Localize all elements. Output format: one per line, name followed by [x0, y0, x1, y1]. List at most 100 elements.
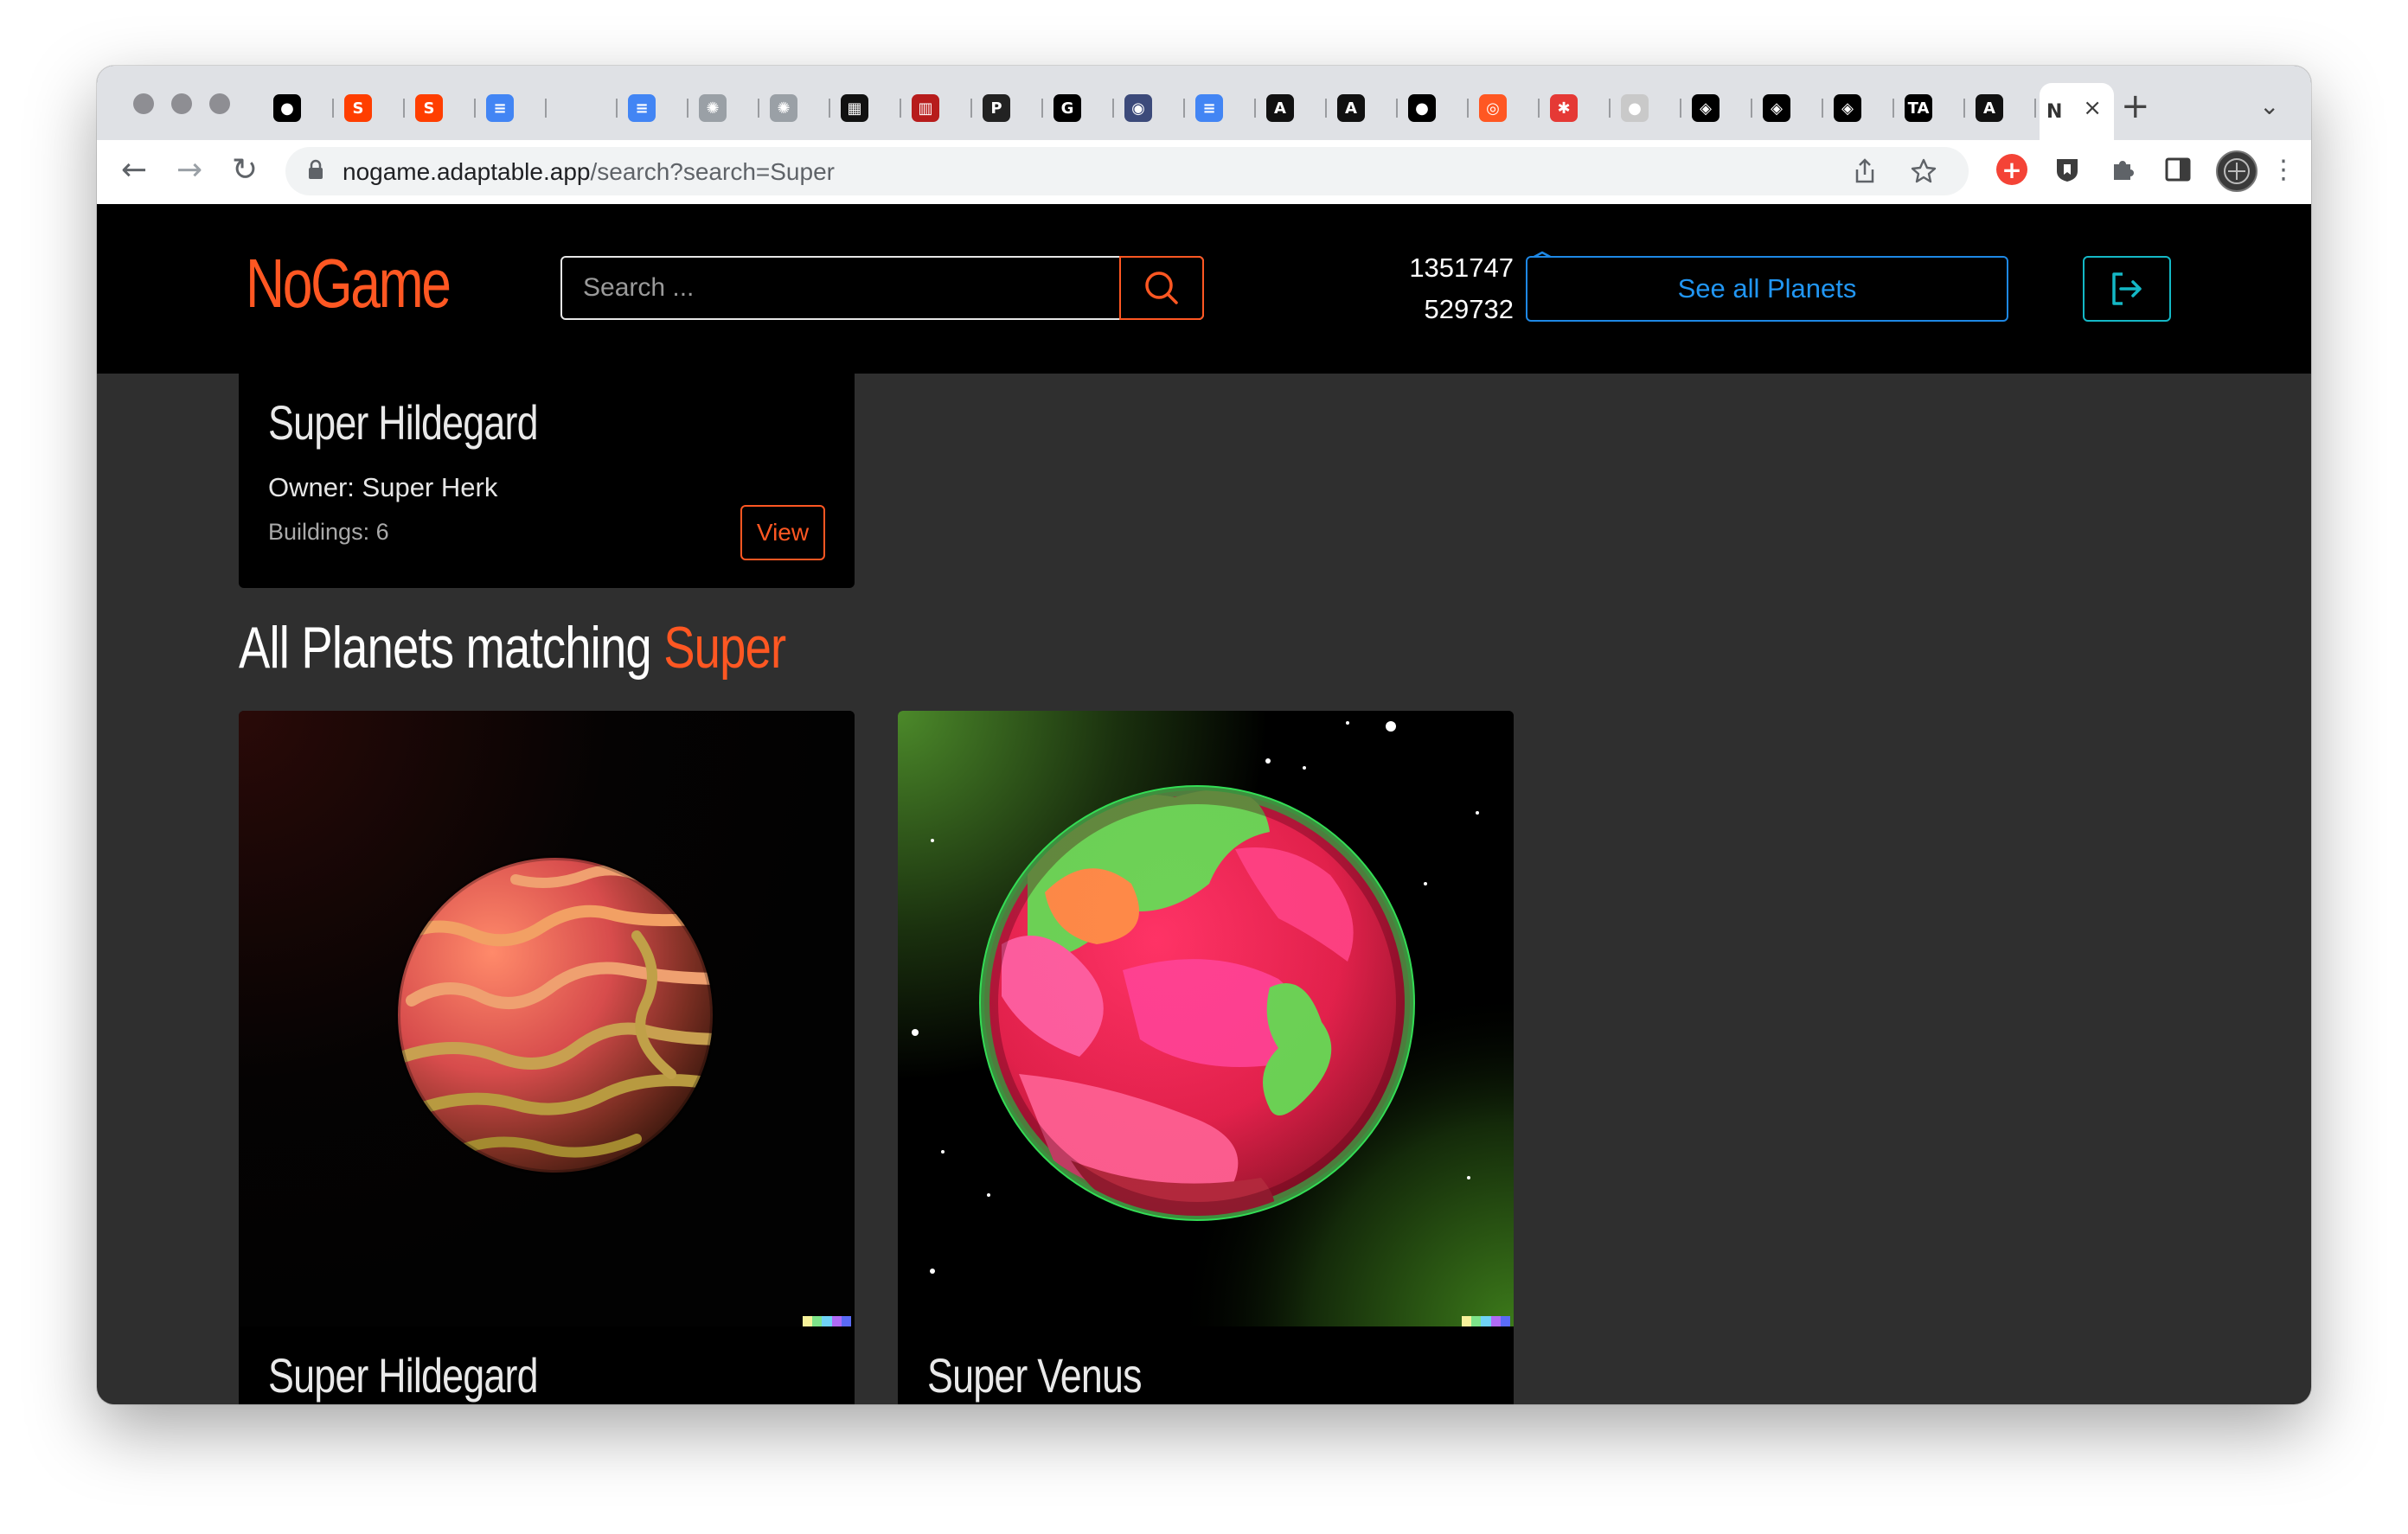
tab-separator [1396, 99, 1398, 118]
medium-icon: ● [273, 94, 301, 122]
a-icon: A [1337, 94, 1365, 122]
planet-card[interactable]: Super Hildegard [239, 711, 855, 1404]
bookmark-star-icon[interactable] [1910, 157, 1937, 192]
palette-strip [803, 1316, 852, 1326]
a-icon: A [1266, 94, 1294, 122]
browser-tab[interactable]: ◈ [1827, 83, 1898, 133]
browser-tab[interactable]: ≡ [1188, 83, 1259, 133]
ta-icon: TA [1905, 94, 1932, 122]
planet-name: Super Venus [927, 1348, 1143, 1403]
browser-tab[interactable]: ● [1401, 83, 1472, 133]
browser-tab[interactable]: P [976, 83, 1047, 133]
search-input[interactable] [562, 258, 1121, 318]
close-window-button[interactable] [133, 93, 154, 114]
planet-card[interactable]: Super Venus [898, 711, 1514, 1404]
codepen-icon: ◈ [1834, 94, 1861, 122]
blank-tab-icon [557, 94, 585, 122]
browser-tab[interactable]: ◈ [1685, 83, 1756, 133]
puzzle-extensions-icon[interactable] [2107, 154, 2138, 185]
app-header: NoGame 1351747 529732 See all Planets [97, 204, 2311, 374]
logout-icon [2112, 272, 2142, 305]
nogame-icon: N [2046, 100, 2063, 123]
close-tab-icon[interactable]: × [2083, 95, 2102, 121]
browser-tab[interactable]: G [1047, 83, 1118, 133]
browser-window: ● S S ≡ ≡ ✺ ✺ ▦ ▥ P G ◉ ≡ A A ● ◎ ✱ ● ◈ ◈ ◈ TA A N × + ⌄ ← → ↻ no… [97, 66, 2311, 1404]
tab-separator [829, 99, 830, 118]
active-browser-tab[interactable]: N × [2040, 83, 2114, 140]
tab-separator [1041, 99, 1043, 118]
tab-separator [1254, 99, 1256, 118]
browser-tab[interactable]: TA [1898, 83, 1969, 133]
browser-tab[interactable]: ✱ [1543, 83, 1614, 133]
tab-separator [1609, 99, 1611, 118]
url-path: /search?search=Super [590, 158, 835, 185]
logout-button[interactable] [2083, 256, 2171, 322]
browser-tab[interactable]: ✺ [692, 83, 763, 133]
zoom-window-button[interactable] [209, 93, 230, 114]
tab-separator [687, 99, 688, 118]
browser-tab[interactable]: A [1969, 83, 2040, 133]
forward-button[interactable]: → [176, 152, 202, 188]
codepen-icon: ◈ [1692, 94, 1720, 122]
browser-tab[interactable]: ◈ [1756, 83, 1827, 133]
browser-tab[interactable]: ✺ [763, 83, 834, 133]
tab-separator [1112, 99, 1114, 118]
minimize-window-button[interactable] [171, 93, 192, 114]
google-docs-icon: ≡ [486, 94, 514, 122]
tab-separator [1538, 99, 1540, 118]
new-tab-button[interactable]: + [2121, 86, 2150, 126]
browser-tab[interactable]: S [408, 83, 479, 133]
profile-avatar[interactable] [2216, 150, 2258, 192]
window-controls [133, 93, 230, 114]
google-docs-icon: ≡ [628, 94, 656, 122]
tab-search-button[interactable]: ⌄ [2259, 92, 2279, 120]
svelte-icon: S [415, 94, 443, 122]
tab-strip: ● S S ≡ ≡ ✺ ✺ ▦ ▥ P G ◉ ≡ A A ● ◎ ✱ ● ◈ ◈ ◈ TA A N × + ⌄ [97, 66, 2311, 140]
app-logo[interactable]: NoGame [246, 244, 452, 323]
url-text[interactable]: nogame.adaptable.app/search?search=Super [343, 158, 835, 186]
lock-icon[interactable] [308, 159, 323, 186]
p-icon: P [983, 94, 1010, 122]
search-icon [1145, 272, 1178, 304]
planet-name: Super Hildegard [268, 395, 539, 450]
tab-separator [1892, 99, 1894, 118]
resource-2-value: 529732 [1424, 294, 1514, 324]
browser-tab[interactable]: ◉ [1118, 83, 1188, 133]
reload-button[interactable]: ↻ [232, 152, 258, 188]
browser-toolbar: ← → ↻ nogame.adaptable.app/search?search… [97, 140, 2311, 205]
browser-tab[interactable] [550, 83, 621, 133]
section-title: All Planets matching Super [239, 614, 786, 681]
search-button[interactable] [1119, 256, 1204, 320]
back-button[interactable]: ← [121, 152, 147, 188]
browser-tab[interactable]: ≡ [479, 83, 550, 133]
browser-tab[interactable]: ◎ [1472, 83, 1543, 133]
side-panel-icon[interactable] [2162, 154, 2193, 185]
browser-tab[interactable]: A [1259, 83, 1330, 133]
url-host: nogame.adaptable.app [343, 158, 591, 185]
tab-separator [758, 99, 759, 118]
section-title-prefix: All Planets matching [239, 615, 652, 681]
address-bar[interactable]: nogame.adaptable.app/search?search=Super [285, 147, 1969, 195]
view-planet-button[interactable]: View [740, 505, 825, 560]
share-icon[interactable] [1853, 157, 1877, 192]
search-bar [560, 256, 1204, 320]
brain-icon: ◉ [1124, 94, 1152, 122]
github-icon: ● [1408, 94, 1436, 122]
browser-tab[interactable]: ▥ [905, 83, 976, 133]
browser-tab[interactable]: ● [1614, 83, 1685, 133]
browser-tab[interactable]: ≡ [621, 83, 692, 133]
tab-separator [1467, 99, 1469, 118]
tab-separator [332, 99, 334, 118]
dots-icon: ✺ [770, 94, 797, 122]
shield-extension-icon[interactable] [2052, 154, 2083, 185]
circle-icon: ● [1621, 94, 1649, 122]
browser-tab[interactable]: ▦ [834, 83, 905, 133]
tab-separator [2034, 99, 2036, 118]
browser-tab[interactable]: A [1330, 83, 1401, 133]
see-all-planets-button[interactable]: See all Planets [1526, 256, 2008, 322]
browser-tab[interactable]: S [337, 83, 408, 133]
planet-image [239, 711, 855, 1326]
browser-tab[interactable]: ● [266, 83, 337, 133]
browser-menu-icon[interactable]: ⋮ [2268, 154, 2299, 185]
extension-plus-icon[interactable]: + [1996, 154, 2027, 185]
